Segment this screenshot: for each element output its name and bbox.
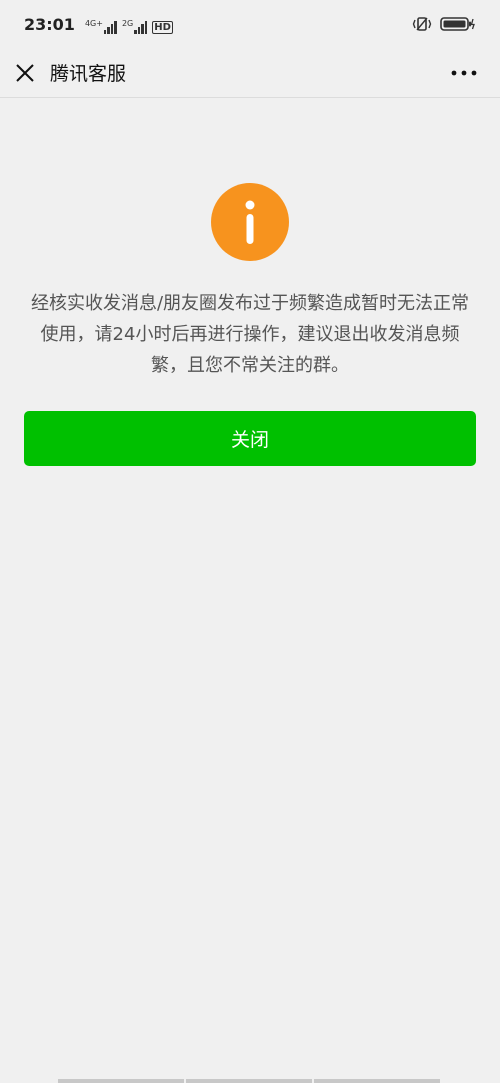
bottom-nav-hint	[58, 1079, 442, 1083]
network-label-1: 4G+	[84, 19, 103, 28]
screen: 23:01 4G+ 2G HD 腾讯客服 经核实收发消息/朋友圈发布过于频繁造成…	[0, 0, 500, 1083]
signal-icon	[134, 20, 148, 34]
signal-group-1: 4G+	[85, 14, 118, 34]
status-time: 23:01	[24, 14, 75, 34]
battery-icon	[440, 17, 475, 31]
hd-badge: HD	[152, 20, 173, 34]
signal-icon	[103, 20, 118, 34]
status-bar: 23:01 4G+ 2G HD	[0, 0, 500, 48]
more-button[interactable]	[444, 48, 484, 98]
close-icon	[16, 63, 34, 82]
vibrate-icon	[412, 17, 432, 31]
info-icon	[211, 183, 289, 261]
close-button-label: 关闭	[230, 429, 269, 451]
signal-group-2: 2G	[122, 14, 148, 34]
page-title: 腾讯客服	[50, 63, 127, 85]
message-text: 经核实收发消息/朋友圈发布过于频繁造成暂时无法正常使用，请24小时后再进行操作，…	[30, 293, 470, 376]
close-button[interactable]: 关闭	[24, 411, 476, 466]
status-right	[412, 0, 476, 48]
more-icon	[451, 70, 477, 76]
network-label-2: 2G	[121, 19, 134, 28]
close-button-nav[interactable]	[0, 48, 50, 98]
nav-header: 腾讯客服	[0, 48, 500, 98]
